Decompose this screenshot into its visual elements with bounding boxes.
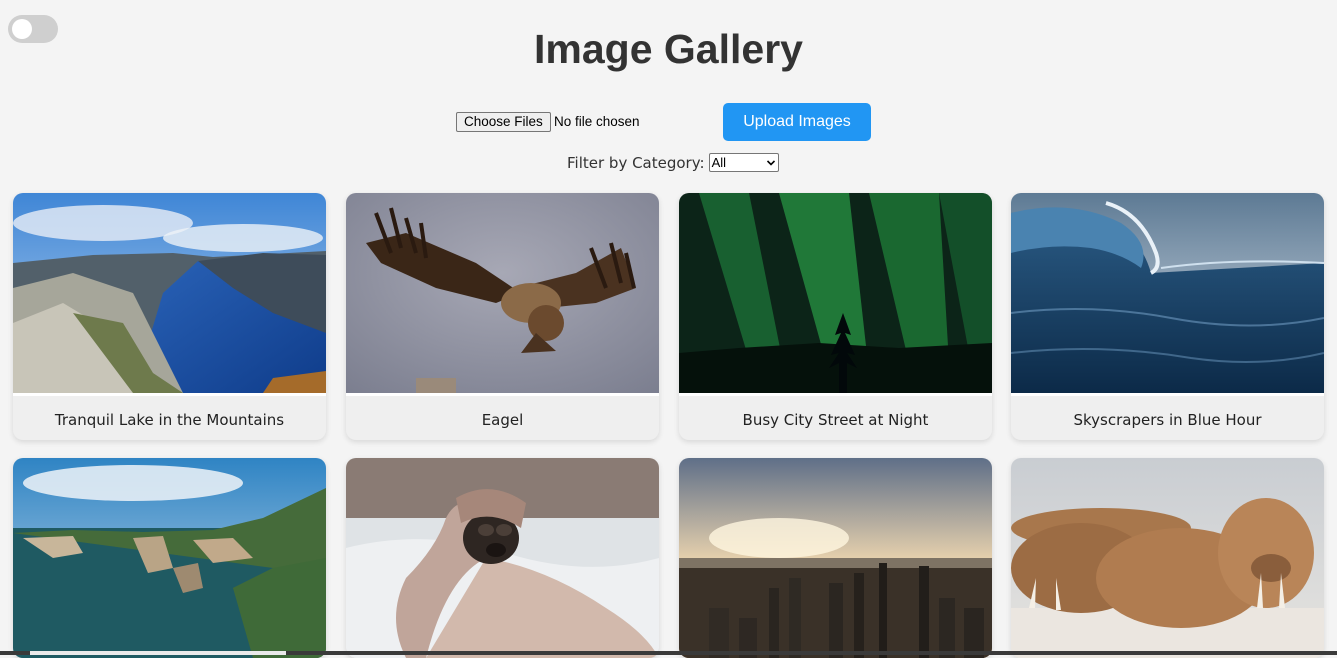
file-status-text: No file chosen xyxy=(554,114,640,129)
gallery-image-vulture-flying xyxy=(346,193,659,393)
gallery-card[interactable]: Tranquil Lake in the Mountains xyxy=(13,193,326,440)
gallery-card[interactable] xyxy=(13,458,326,658)
gallery-image-ocean-wave xyxy=(1011,193,1324,393)
gallery-caption: Skyscrapers in Blue Hour xyxy=(1011,393,1324,440)
gallery-card[interactable]: Skyscrapers in Blue Hour xyxy=(1011,193,1324,440)
choose-files-button[interactable]: Choose Files xyxy=(456,112,551,132)
gallery-caption: Eagel xyxy=(346,393,659,440)
gallery-caption: Tranquil Lake in the Mountains xyxy=(13,393,326,440)
gallery-caption: Busy City Street at Night xyxy=(679,393,992,440)
filter-label: Filter by Category: xyxy=(567,153,705,172)
gallery-image-mountain-fjord xyxy=(13,193,326,393)
gallery-card[interactable]: Eagel xyxy=(346,193,659,440)
gallery-image-northern-lights xyxy=(679,193,992,393)
category-select-value: All xyxy=(711,155,727,170)
gallery-card[interactable] xyxy=(1011,458,1324,658)
upload-images-button[interactable]: Upload Images xyxy=(723,103,871,141)
category-select[interactable]: All xyxy=(708,153,779,172)
gallery-image-pug-in-blanket xyxy=(346,458,659,658)
category-filter: Filter by Category: All xyxy=(567,153,779,172)
gallery-image-city-sunset xyxy=(679,458,992,658)
horizontal-scrollbar[interactable] xyxy=(0,651,1337,655)
scrollbar-thumb[interactable] xyxy=(30,651,286,655)
gallery-card[interactable] xyxy=(346,458,659,658)
gallery-card[interactable] xyxy=(679,458,992,658)
gallery-image-walruses-on-beach xyxy=(1011,458,1324,658)
chevron-down-icon xyxy=(766,160,775,166)
gallery-image-coastal-cliffs xyxy=(13,458,326,658)
gallery-card[interactable]: Busy City Street at Night xyxy=(679,193,992,440)
page-title: Image Gallery xyxy=(534,26,803,72)
